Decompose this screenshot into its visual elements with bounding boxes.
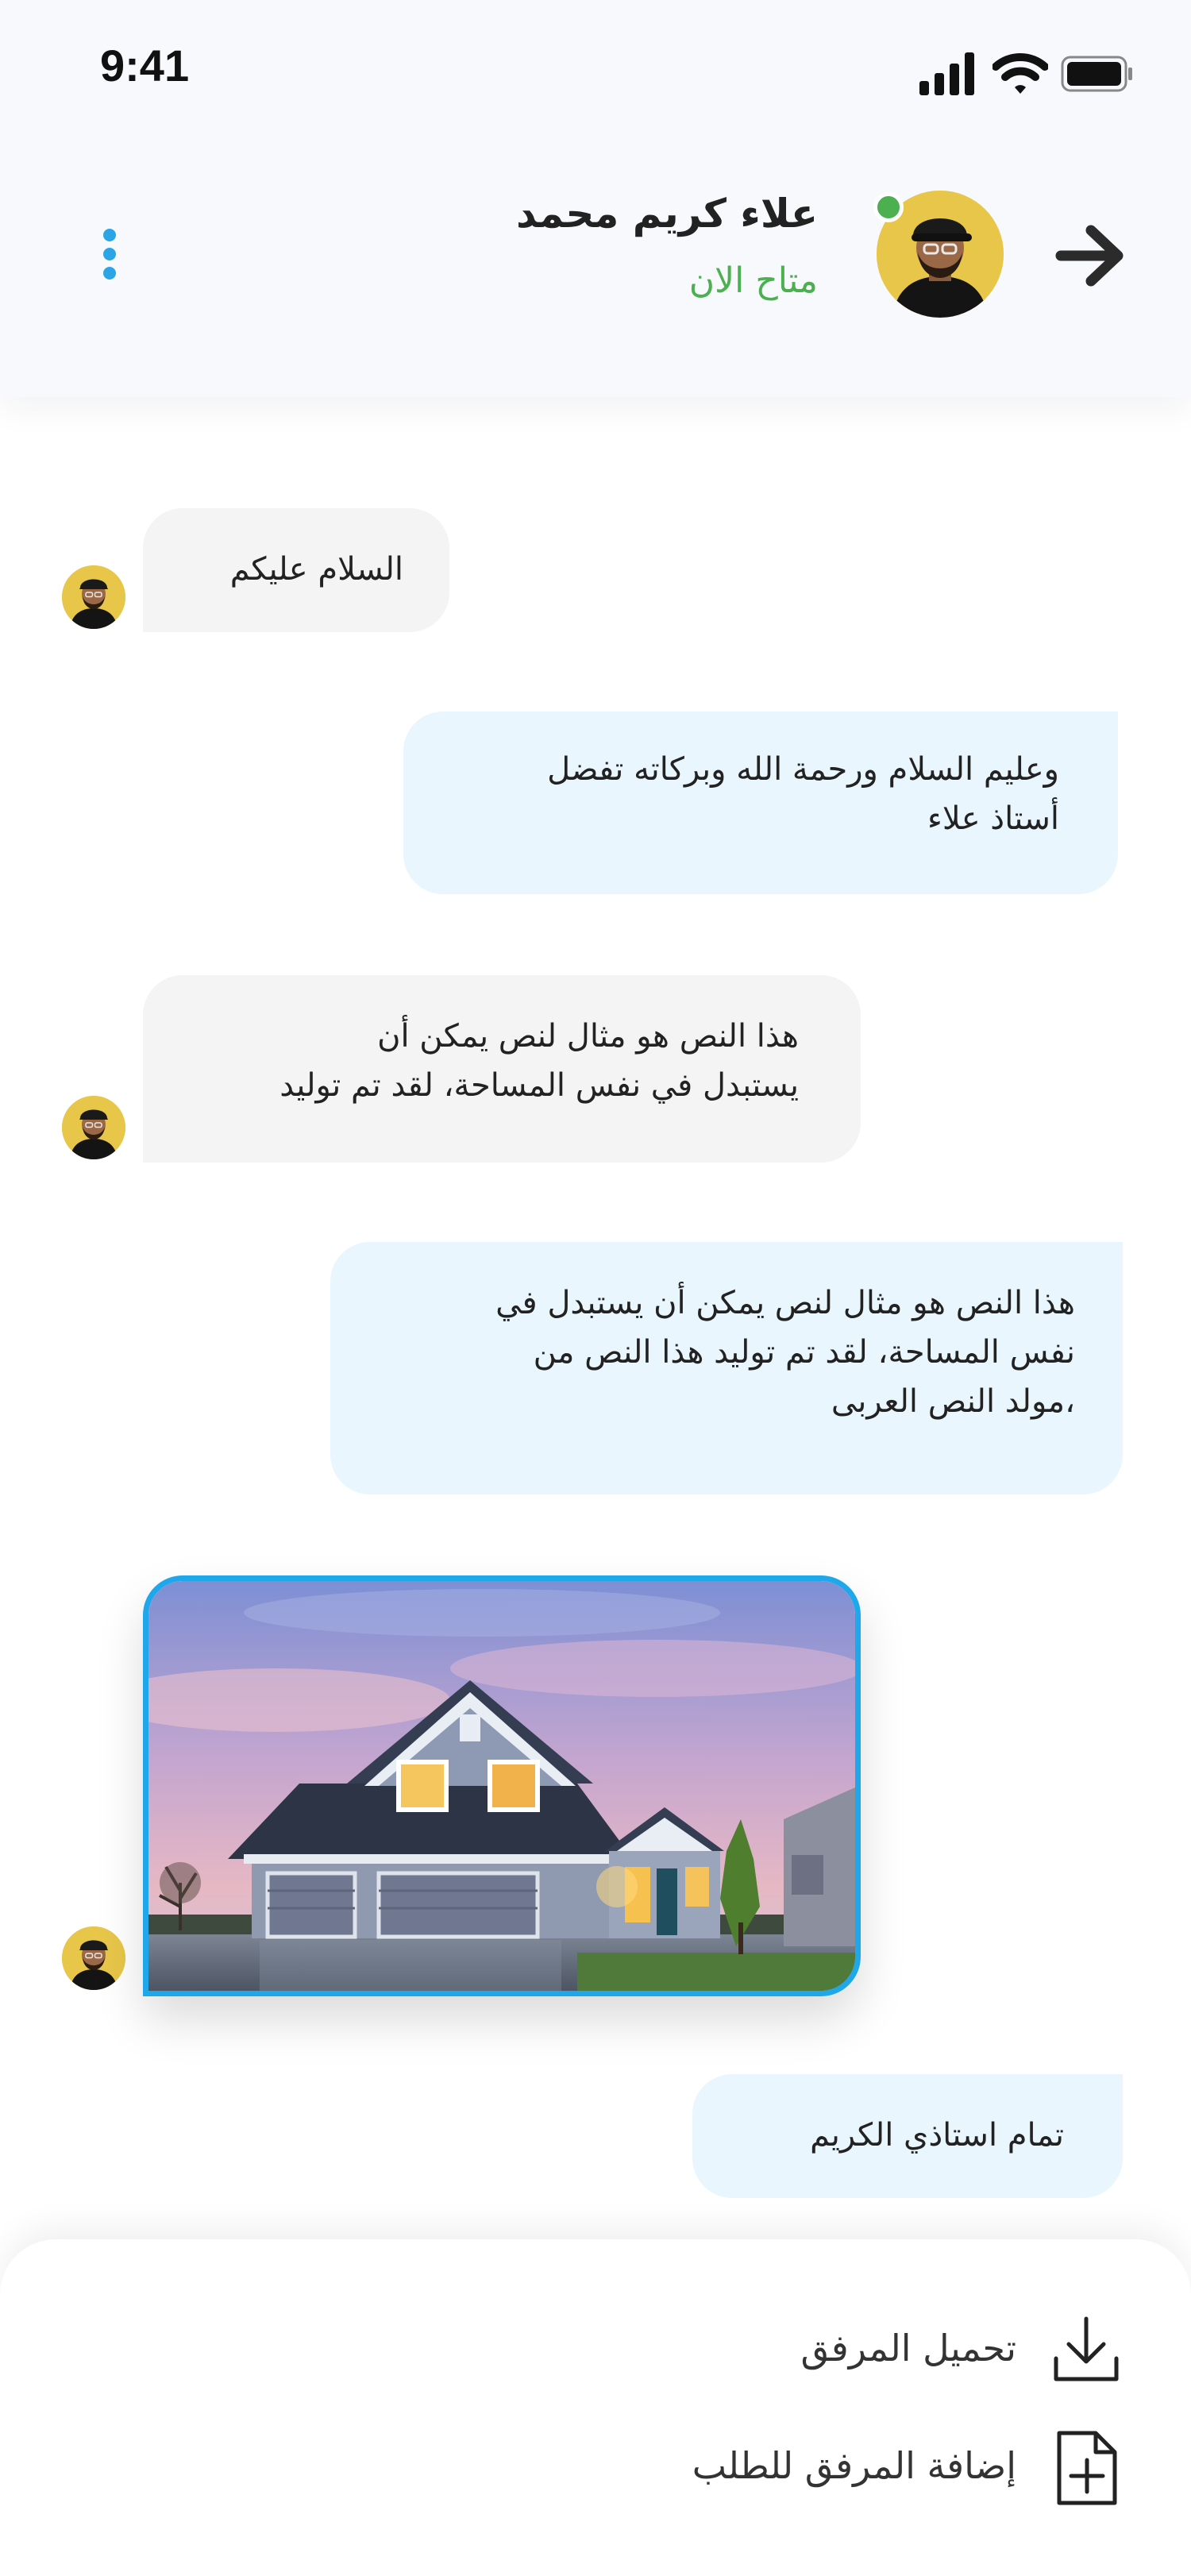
status-time: 9:41 — [100, 40, 190, 91]
chat-screen: 9:41 علاء كريم محمد متاح الان السلام علي… — [0, 0, 1191, 2576]
add-attachment-to-order-option[interactable]: إضافة المرفق للطلب — [0, 2412, 1191, 2524]
message-bubble-incoming[interactable]: هذا النص هو مثال لنص يمكن أن يستبدل في ن… — [143, 975, 861, 1163]
contact-name: علاء كريم محمد — [515, 191, 818, 237]
message-bubble-incoming[interactable]: السلام عليكم — [143, 508, 449, 632]
chat-header: 9:41 علاء كريم محمد متاح الان — [0, 0, 1191, 397]
back-arrow-icon[interactable] — [1051, 216, 1131, 295]
message-bubble-outgoing[interactable]: وعليم السلام ورحمة الله وبركاته تفضل أست… — [403, 711, 1118, 894]
download-attachment-option[interactable]: تحميل المرفق — [0, 2295, 1191, 2406]
status-icons — [919, 49, 1134, 97]
message-bubble-outgoing[interactable]: هذا النص هو مثال لنص يمكن أن يستبدل في ن… — [330, 1242, 1123, 1494]
message-bubble-outgoing[interactable]: تمام استاذي الكريم — [692, 2074, 1123, 2198]
sender-avatar — [62, 565, 125, 629]
more-vertical-icon[interactable] — [95, 222, 127, 286]
sender-avatar — [62, 1096, 125, 1159]
file-add-icon — [1046, 2428, 1126, 2508]
wifi-icon — [992, 49, 1049, 97]
add-attachment-to-order-label: إضافة المرفق للطلب — [692, 2444, 1016, 2487]
house-photo — [148, 1581, 855, 1991]
online-status-dot — [873, 192, 904, 222]
download-attachment-label: تحميل المرفق — [800, 2327, 1016, 2370]
battery-icon — [1061, 56, 1134, 92]
message-list: السلام عليكم وعليم السلام ورحمة الله وبر… — [0, 397, 1191, 2239]
attachment-options-sheet: تحميل المرفق إضافة المرفق للطلب — [0, 2239, 1191, 2576]
download-icon — [1046, 2311, 1126, 2390]
sender-avatar — [62, 1926, 125, 1990]
signal-icon — [919, 49, 977, 97]
message-image-attachment[interactable] — [143, 1575, 861, 1996]
contact-status: متاح الان — [688, 260, 818, 301]
